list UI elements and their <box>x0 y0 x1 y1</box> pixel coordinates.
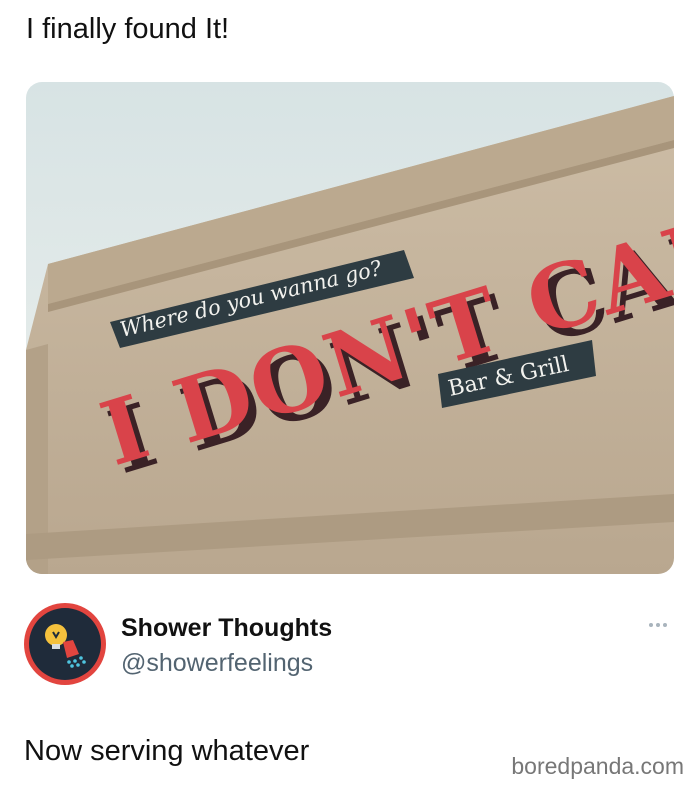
post-photo[interactable]: Where do you wanna go? I DON'T CARE I DO… <box>26 82 674 574</box>
reply-text: Now serving whatever <box>24 735 310 767</box>
lightbulb-shower-icon <box>45 624 86 668</box>
author-row: Shower Thoughts @showerfeelings <box>24 603 676 687</box>
author-handle[interactable]: @showerfeelings <box>121 648 313 678</box>
more-options-button[interactable] <box>646 619 670 631</box>
more-dots-icon <box>649 623 653 627</box>
avatar[interactable] <box>24 603 106 685</box>
watermark: boredpanda.com <box>511 753 684 779</box>
post-caption: I finally found It! <box>26 13 230 45</box>
author-display-name[interactable]: Shower Thoughts <box>121 613 332 643</box>
